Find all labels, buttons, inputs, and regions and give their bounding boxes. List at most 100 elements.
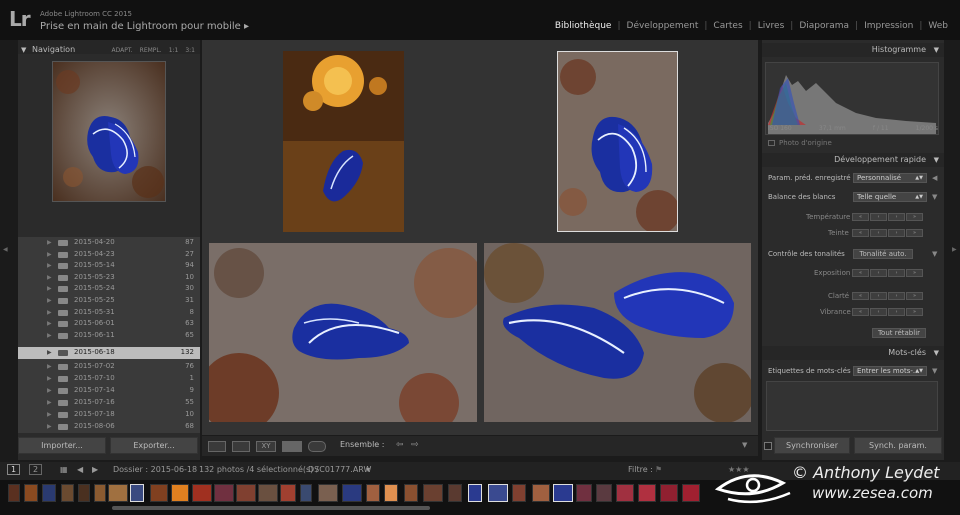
collapse-triangle-icon[interactable]: ▼ [932,250,937,258]
sync-settings-button[interactable]: Synch. param. [854,437,942,454]
forward-arrow-icon[interactable]: ▶ [92,465,98,474]
photo-survey-1[interactable] [283,51,404,232]
people-view-icon[interactable] [308,441,326,452]
expand-arrow-icon[interactable]: ▶ [47,421,52,433]
clarity-stepper[interactable]: «‹ ›» [852,292,923,300]
import-button[interactable]: Importer... [18,437,106,454]
auto-sync-switch[interactable] [764,442,772,450]
filmstrip-thumb[interactable] [682,484,700,502]
filmstrip-thumb[interactable] [660,484,678,502]
filmstrip-thumb-selected[interactable] [130,484,144,502]
folder-row[interactable]: ▶ 2015-05-25 31 [18,295,200,307]
photo-survey-4[interactable] [484,243,751,422]
navigator-preview[interactable] [52,61,166,202]
survey-view-icon[interactable] [282,441,302,452]
export-button[interactable]: Exporter... [110,437,198,454]
collapse-triangle-icon[interactable]: ▼ [21,43,26,57]
module-develop[interactable]: Développement [627,21,699,31]
module-library[interactable]: Bibliothèque [555,21,612,31]
folder-row[interactable]: ▶ 2015-08-06 68 [18,421,200,433]
filmstrip-thumb[interactable] [366,484,380,502]
expand-arrow-icon[interactable]: ▶ [47,249,52,261]
catalog-name[interactable]: Prise en main de Lightroom pour mobile ▸ [40,21,249,32]
current-file[interactable]: DSC01777.ARW [308,465,371,474]
filmstrip-thumb[interactable] [532,484,550,502]
preset-dropdown[interactable]: Personnalisé ▲▼ [853,173,927,183]
zoom-3-1[interactable]: 3:1 [185,44,195,58]
previous-photo-icon[interactable]: ⇦ [396,440,404,450]
filmstrip-thumb[interactable] [108,484,128,502]
expand-triangle-icon[interactable]: ◀ [932,174,937,182]
main-window-button[interactable]: 1 [7,464,21,475]
expand-arrow-icon[interactable]: ▶ [47,361,52,373]
collapse-triangle-icon[interactable]: ▼ [934,153,939,167]
temperature-stepper[interactable]: «‹ ›» [852,213,923,221]
folder-row-selected[interactable]: ▶ 2015-06-18 132 [18,347,200,359]
filmstrip-thumb[interactable] [236,484,256,502]
next-photo-icon[interactable]: ⇨ [411,440,419,450]
filmstrip-thumb[interactable] [448,484,462,502]
file-menu-arrow-icon[interactable]: ▾ [366,465,370,474]
collapse-triangle-icon[interactable]: ▼ [934,43,939,57]
keyword-entry-dropdown[interactable]: Entrer les mots-... ▲▼ [853,366,927,376]
filmstrip-thumb[interactable] [404,484,418,502]
filmstrip-thumb[interactable] [423,484,443,502]
loupe-view-icon[interactable] [232,441,250,452]
expand-arrow-icon[interactable]: ▶ [47,237,52,249]
filmstrip-thumb[interactable] [8,484,20,502]
navigator-header[interactable]: ▼ Navigation ADAPT. REMPL. 1:1 3:1 [18,40,200,54]
expand-arrow-icon[interactable]: ▶ [47,307,52,319]
filmstrip-thumb-selected[interactable] [488,484,508,502]
folder-row[interactable]: ▶ 2015-07-14 9 [18,385,200,397]
auto-tone-button[interactable]: Tonalité auto. [853,249,913,259]
tint-stepper[interactable]: «‹ ›» [852,229,923,237]
expand-arrow-icon[interactable]: ▶ [47,330,52,342]
filmstrip-thumb[interactable] [318,484,338,502]
white-balance-dropdown[interactable]: Telle quelle ▲▼ [853,192,927,202]
flag-filter-icon[interactable]: ⚑ [655,465,662,474]
keywords-header[interactable]: Mots-clés ▼ [762,346,944,360]
expand-arrow-icon[interactable]: ▶ [47,397,52,409]
filmstrip-thumb[interactable] [512,484,526,502]
filmstrip-thumb[interactable] [150,484,168,502]
filmstrip-thumb-selected[interactable] [553,484,573,502]
grid-icon[interactable]: ▦ [60,465,68,474]
expand-arrow-icon[interactable]: ▶ [47,283,52,295]
keywords-textarea[interactable] [766,381,938,431]
module-map[interactable]: Cartes [713,21,742,31]
expand-arrow-icon[interactable]: ▶ [47,347,52,359]
filmstrip-thumb[interactable] [616,484,634,502]
source-label[interactable]: Dossier : 2015-06-18 [113,465,197,474]
filmstrip-thumb-selected[interactable] [468,484,482,502]
zoom-fit[interactable]: ADAPT. [111,44,132,58]
folder-row[interactable]: ▶ 2015-04-23 27 [18,249,200,261]
grid-view-icon[interactable] [208,441,226,452]
module-slideshow[interactable]: Diaporama [799,21,849,31]
folder-row[interactable]: ▶ 2015-05-31 8 [18,307,200,319]
module-web[interactable]: Web [928,21,948,31]
right-panel-collapse-icon[interactable]: ▶ [952,246,957,253]
filmstrip-thumb[interactable] [280,484,296,502]
folder-row[interactable]: ▶ 2015-05-14 94 [18,260,200,272]
collapse-triangle-icon[interactable]: ▼ [934,346,939,360]
folder-row[interactable]: ▶ 2015-07-16 55 [18,397,200,409]
folder-row[interactable]: ▶ 2015-05-23 10 [18,272,200,284]
module-print[interactable]: Impression [864,21,913,31]
filmstrip-thumb[interactable] [384,484,398,502]
quick-develop-header[interactable]: Développement rapide ▼ [762,153,944,167]
folder-row[interactable]: ▶ 2015-07-10 1 [18,373,200,385]
filmstrip-thumb[interactable] [258,484,278,502]
folder-row[interactable]: ▶ 2015-04-20 87 [18,237,200,249]
filmstrip-thumb[interactable] [42,484,56,502]
expand-arrow-icon[interactable]: ▶ [47,409,52,421]
filmstrip-thumb[interactable] [94,484,106,502]
vibrance-stepper[interactable]: «‹ ›» [852,308,923,316]
folder-row[interactable]: ▶ 2015-07-18 10 [18,409,200,421]
folder-row[interactable]: ▶ 2015-06-01 63 [18,318,200,330]
zoom-fill[interactable]: REMPL. [140,44,162,58]
expand-arrow-icon[interactable]: ▶ [47,318,52,330]
expand-arrow-icon[interactable]: ▶ [47,260,52,272]
compare-view-icon[interactable]: XY [256,441,276,452]
folder-row[interactable]: ▶ 2015-07-02 76 [18,361,200,373]
expand-arrow-icon[interactable]: ▶ [47,373,52,385]
